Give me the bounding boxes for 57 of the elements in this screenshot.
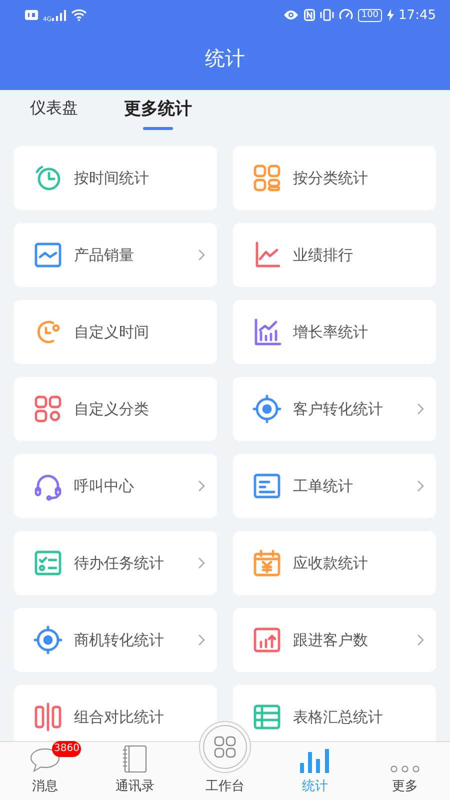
battery-level: 100 [358,8,382,22]
stat-card[interactable]: 工单统计 [233,454,436,518]
bar-chart-icon [252,317,282,347]
chevron-icon [198,249,205,261]
eye-icon [283,10,300,20]
target-icon [33,625,63,655]
table-icon [252,702,282,732]
tab[interactable]: 更多统计 [124,96,192,130]
calendar-yen-icon [252,548,282,578]
compare-icon [33,702,63,732]
more-icon [390,765,420,773]
clock-time: 17:45 [398,8,436,22]
stat-card[interactable]: 业绩排行 [233,223,436,287]
stat-card[interactable]: 按分类统计 [233,146,436,210]
alarm-clock-icon [33,163,63,193]
signal-icon [52,10,66,20]
stat-card[interactable]: 表格汇总统计 [233,685,436,741]
nav-tab[interactable]: 更多 [360,742,450,800]
chevron-icon [417,403,424,415]
stat-card[interactable]: 组合对比统计 [14,685,217,741]
target-icon [252,394,282,424]
charging-icon [386,9,394,21]
unread-badge: 3860 [52,741,82,757]
document-icon [252,471,282,501]
page-title: 统计 [205,45,245,72]
tab[interactable]: 仪表盘 [30,98,78,128]
stat-card[interactable]: 按时间统计 [14,146,217,210]
stat-card[interactable]: 应收款统计 [233,531,436,595]
chevron-icon [198,557,205,569]
grid-icon [252,163,282,193]
chevron-icon [198,480,205,492]
checklist-icon [33,548,63,578]
stat-card[interactable]: 待办任务统计 [14,531,217,595]
bar-chart-icon [300,749,330,773]
stat-card[interactable]: 跟进客户数 [233,608,436,672]
nav-tab[interactable]: 通讯录 [90,742,180,800]
stat-card[interactable]: 呼叫中心 [14,454,217,518]
stat-card[interactable]: 自定义分类 [14,377,217,441]
stat-card[interactable]: 商机转化统计 [14,608,217,672]
speedometer-icon [339,9,354,21]
hd-icon [25,10,38,20]
stat-card[interactable]: 产品销量 [14,223,217,287]
wifi-icon [71,9,88,21]
nfc-icon [304,9,316,21]
stat-card[interactable]: 自定义时间 [14,300,217,364]
chevron-icon [417,480,424,492]
line-chart-icon [33,240,63,270]
chevron-icon [198,634,205,646]
chevron-icon [417,634,424,646]
grid-icon [214,736,236,758]
nav-tab[interactable]: 3860 消息 [0,742,90,800]
bar-chart-icon [252,625,282,655]
grid-gear-icon [33,394,63,424]
stat-card[interactable]: 增长率统计 [233,300,436,364]
vibrate-icon [320,9,334,21]
notebook-icon [122,745,148,773]
stat-card[interactable]: 客户转化统计 [233,377,436,441]
